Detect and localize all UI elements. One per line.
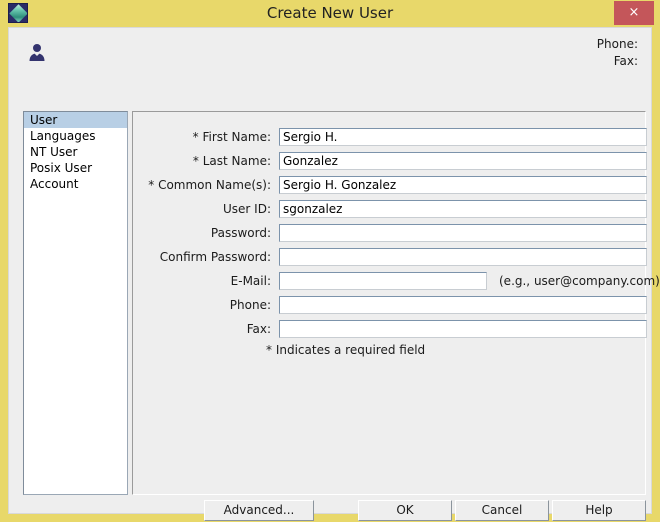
person-icon [27, 42, 47, 62]
sidebar-item-user[interactable]: User [24, 112, 127, 128]
create-new-user-dialog: Create New User × Phone: Fax: User Langua… [0, 0, 660, 522]
header-contact-block: Phone: Fax: [597, 36, 638, 70]
close-button[interactable]: × [614, 1, 654, 25]
ok-button[interactable]: OK [358, 500, 452, 521]
field-row: Password: [133, 222, 647, 244]
sidebar-item-posix-user[interactable]: Posix User [24, 160, 127, 176]
advanced-button[interactable]: Advanced... [204, 500, 314, 521]
field-input[interactable] [279, 224, 647, 242]
field-row: * Common Name(s): Sergio H. Gonzalez [133, 174, 647, 196]
field-input[interactable] [279, 296, 647, 314]
field-label: * First Name: [192, 130, 271, 144]
title-bar[interactable]: Create New User × [0, 0, 660, 27]
sidebar-item-languages[interactable]: Languages [24, 128, 127, 144]
field-hint: (e.g., user@company.com) [499, 274, 660, 288]
field-row: User ID: sgonzalez [133, 198, 647, 220]
field-input[interactable] [279, 272, 487, 290]
field-label: * Last Name: [192, 154, 271, 168]
field-label: * Common Name(s): [148, 178, 271, 192]
field-label: User ID: [223, 202, 271, 216]
field-input[interactable]: Gonzalez [279, 152, 647, 170]
field-label: Password: [210, 226, 271, 240]
field-label: Confirm Password: [159, 250, 271, 264]
header-phone-label: Phone: [596, 37, 638, 51]
field-label: Fax: [246, 322, 271, 336]
field-row: * First Name: Sergio H. [133, 126, 647, 148]
sidebar-item-account[interactable]: Account [24, 176, 127, 192]
header-fax-label: Fax: [613, 54, 638, 68]
field-input[interactable] [279, 248, 647, 266]
window-title: Create New User [266, 4, 394, 22]
field-row: Phone: [133, 294, 647, 316]
field-row: * Last Name: Gonzalez [133, 150, 647, 172]
help-button[interactable]: Help [552, 500, 646, 521]
field-input[interactable] [279, 320, 647, 338]
field-row: E-Mail: (e.g., user@company.com) [133, 270, 660, 292]
category-list[interactable]: User Languages NT User Posix User Account [23, 111, 128, 495]
user-form-panel: * Indicates a required field * First Nam… [132, 111, 660, 495]
field-input[interactable]: Sergio H. Gonzalez [279, 176, 647, 194]
dialog-button-bar: Advanced... OK Cancel Help [9, 500, 651, 530]
dialog-client-area: Phone: Fax: User Languages NT User Posix Us… [8, 27, 660, 521]
field-label: Phone: [229, 298, 271, 312]
field-input[interactable]: Sergio H. [279, 128, 647, 146]
sidebar-item-nt-user[interactable]: NT User [24, 144, 127, 160]
cancel-button[interactable]: Cancel [455, 500, 549, 521]
field-input[interactable]: sgonzalez [279, 200, 647, 218]
field-label: E-Mail: [230, 274, 271, 288]
required-field-note: * Indicates a required field [266, 343, 426, 357]
header-strip: Phone: Fax: [9, 28, 651, 78]
field-row: Confirm Password: [133, 246, 647, 268]
field-row: Fax: [133, 318, 647, 340]
